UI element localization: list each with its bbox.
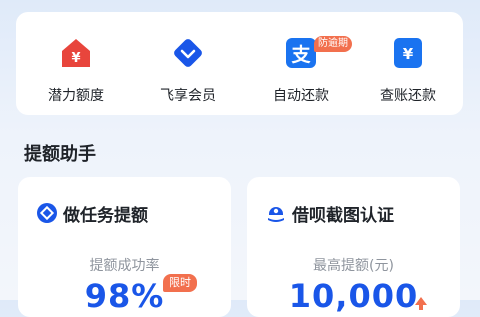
up-arrow-icon bbox=[415, 297, 427, 310]
quick-action-vip[interactable]: 飞享会员 bbox=[133, 12, 243, 115]
card-value: 98% bbox=[84, 277, 165, 315]
card-subtitle: 最高提额(元) bbox=[313, 258, 394, 274]
quick-action-bill-repay[interactable]: ¥ 查账还款 bbox=[353, 12, 463, 115]
task-card-screenshot-auth[interactable]: 借呗截图认证 最高提额(元) 10,000 bbox=[247, 177, 460, 317]
quick-action-label: 自动还款 bbox=[273, 88, 329, 104]
card-title: 借呗截图认证 bbox=[292, 206, 394, 226]
quick-action-potential-limit[interactable]: ¥ 潜力额度 bbox=[21, 12, 131, 115]
section-title: 提额助手 bbox=[24, 144, 96, 165]
yen-card-icon: ¥ bbox=[394, 38, 422, 68]
house-yen-icon: ¥ bbox=[62, 39, 90, 67]
limited-time-tag: 限时 bbox=[163, 274, 197, 292]
svg-text:¥: ¥ bbox=[71, 51, 80, 66]
quick-action-label: 潜力额度 bbox=[48, 88, 104, 104]
svg-text:支: 支 bbox=[290, 44, 311, 66]
alipay-icon: 支 bbox=[286, 38, 316, 68]
quick-action-auto-repay[interactable]: 支 自动还款 bbox=[246, 12, 356, 115]
svg-text:¥: ¥ bbox=[403, 45, 414, 63]
quick-action-label: 查账还款 bbox=[380, 88, 436, 104]
quick-action-label: 飞享会员 bbox=[160, 88, 216, 104]
quick-actions-panel: ¥ 潜力额度 飞享会员 支 自动还款 防逾期 ¥ 查账还款 bbox=[16, 12, 463, 115]
card-title: 做任务提额 bbox=[63, 206, 148, 226]
task-card-do-tasks[interactable]: 做任务提额 提额成功率 98% 限时 bbox=[18, 177, 231, 317]
diamond-icon bbox=[174, 39, 202, 67]
overdue-prevention-badge: 防逾期 bbox=[314, 36, 352, 52]
card-subtitle: 提额成功率 bbox=[89, 258, 160, 274]
task-diamond-icon bbox=[37, 203, 57, 223]
upload-cloud-icon bbox=[268, 207, 284, 222]
